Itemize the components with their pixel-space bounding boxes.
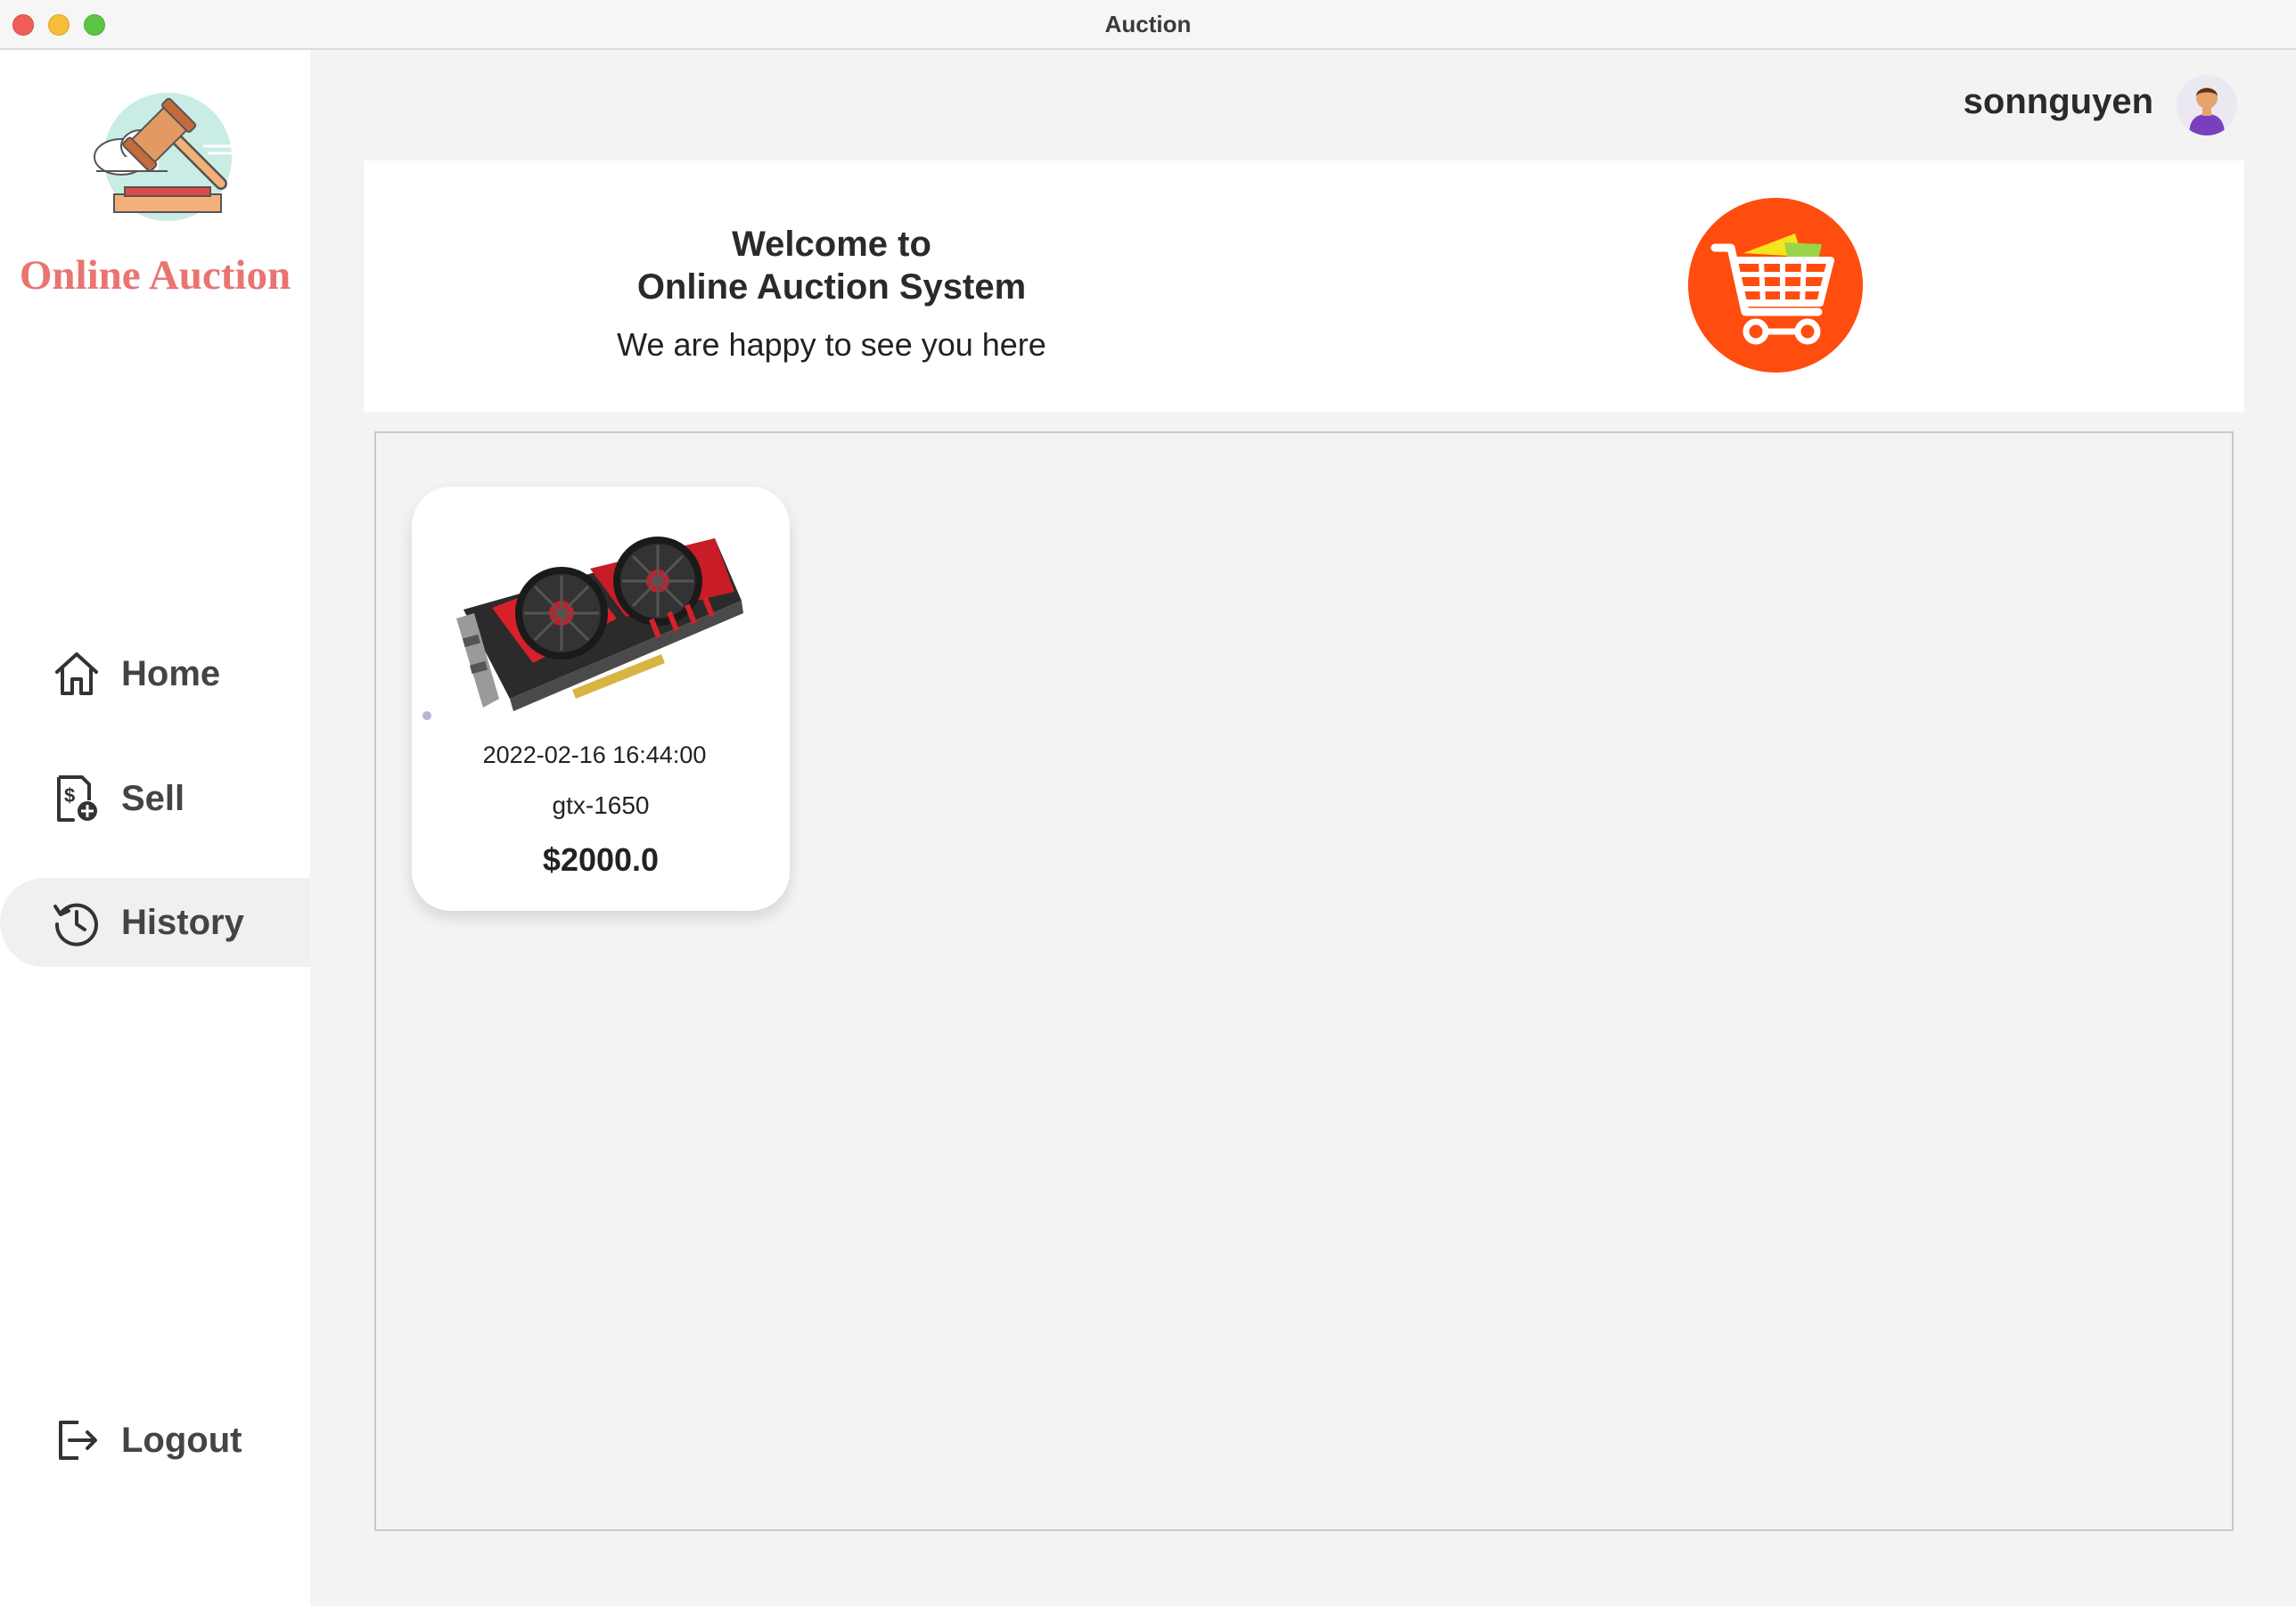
graphics-card-image [447, 520, 754, 717]
item-name: gtx-1650 [552, 791, 650, 819]
sidebar-item-label: History [121, 902, 244, 942]
item-price: $2000.0 [542, 841, 660, 878]
window-title: Auction [1104, 11, 1192, 37]
sell-document-icon: $ [52, 774, 102, 823]
auction-item-card[interactable]: 2022-02-16 16:44:00 gtx-1650 $2000.0 [412, 487, 790, 911]
username-label: sonnguyen [1963, 82, 2153, 121]
sidebar-item-logout[interactable]: Logout [0, 1396, 310, 1485]
history-icon [52, 897, 102, 947]
logout-label: Logout [121, 1420, 242, 1460]
item-date: 2022-02-16 16:44:00 [482, 742, 707, 768]
sidebar-item-label: Sell [121, 778, 185, 818]
history-content-panel: 2022-02-16 16:44:00 gtx-1650 $2000.0 [374, 431, 2234, 1531]
title-bar: Auction [0, 0, 2296, 50]
gavel-cloud-logo [70, 75, 248, 235]
app-window: Auction Online Auction Home $ Sell Histo… [0, 0, 2296, 1606]
home-icon [52, 649, 102, 699]
sidebar-item-label: Home [121, 653, 221, 693]
welcome-title-line1: Welcome to [732, 225, 931, 264]
sidebar-item-sell[interactable]: $ Sell [0, 754, 310, 843]
indicator-dot [422, 711, 431, 720]
welcome-subtitle: We are happy to see you here [617, 326, 1046, 363]
svg-text:$: $ [64, 784, 75, 807]
sidebar-item-home[interactable]: Home [0, 629, 310, 718]
user-avatar[interactable] [2177, 75, 2237, 135]
logout-icon [52, 1415, 102, 1465]
sidebar-item-history[interactable]: History [0, 878, 310, 967]
shopping-cart-icon [1688, 198, 1863, 373]
welcome-banner: Welcome to Online Auction System We are … [364, 160, 2244, 412]
welcome-title-line2: Online Auction System [636, 267, 1027, 307]
